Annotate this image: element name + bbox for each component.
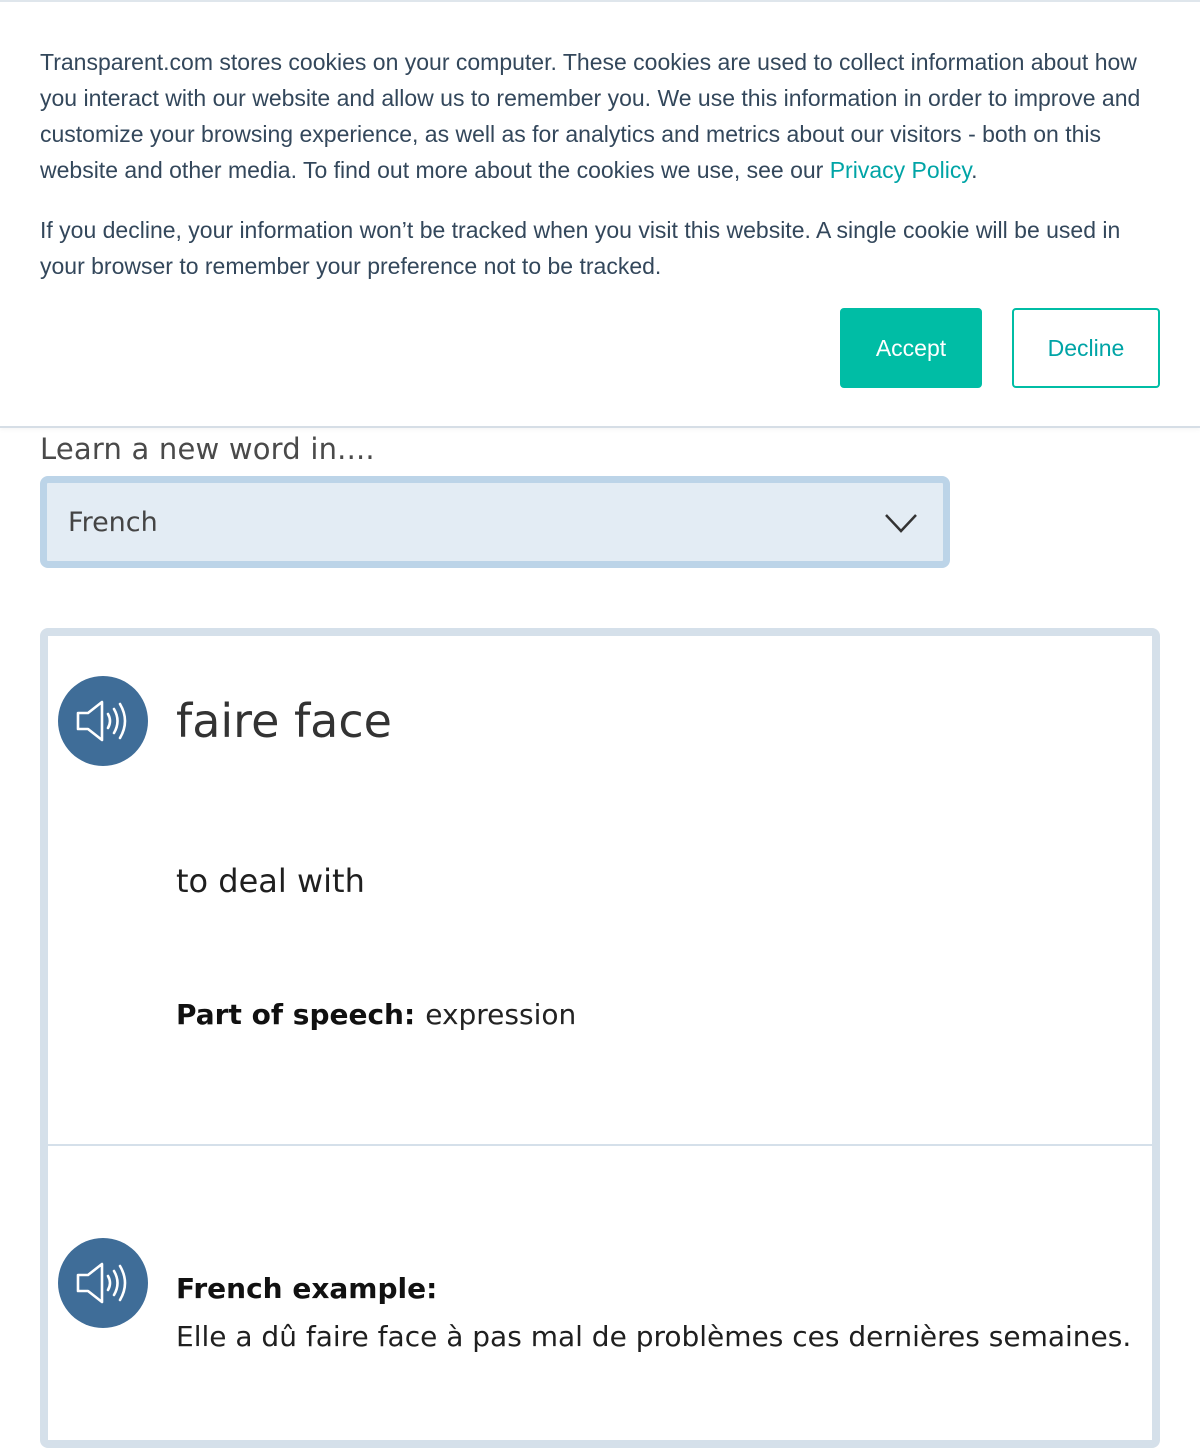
example-label: French example: [176, 1272, 438, 1305]
chevron-down-icon [885, 514, 917, 533]
word-translation: to deal with [176, 862, 365, 900]
cookie-notice-period: . [971, 157, 978, 183]
card-divider [48, 1144, 1152, 1146]
part-of-speech: Part of speech: expression [176, 998, 576, 1031]
word-title: faire face [176, 694, 392, 748]
part-of-speech-label: Part of speech: [176, 998, 416, 1031]
cookie-banner: Transparent.com stores cookies on your c… [0, 0, 1200, 428]
word-card: faire face to deal with Part of speech: e… [40, 628, 1160, 1448]
part-of-speech-value: expression [425, 998, 577, 1031]
cookie-decline-info: If you decline, your information won’t b… [40, 217, 1121, 279]
decline-cookies-button[interactable]: Decline [1012, 308, 1160, 388]
privacy-policy-link[interactable]: Privacy Policy [830, 157, 971, 183]
language-select-value: French [68, 506, 158, 538]
example-sentence: Elle a dû faire face à pas mal de problè… [176, 1320, 1132, 1353]
word-audio-button[interactable] [58, 676, 148, 766]
language-picker-label: Learn a new word in.... [40, 432, 375, 466]
accept-cookies-button[interactable]: Accept [840, 308, 982, 388]
speaker-icon [76, 700, 127, 742]
example-audio-button[interactable] [58, 1238, 148, 1328]
speaker-icon [76, 1262, 127, 1304]
cookie-notice-text: Transparent.com stores cookies on your c… [40, 44, 1165, 188]
language-select[interactable]: French [40, 476, 950, 568]
